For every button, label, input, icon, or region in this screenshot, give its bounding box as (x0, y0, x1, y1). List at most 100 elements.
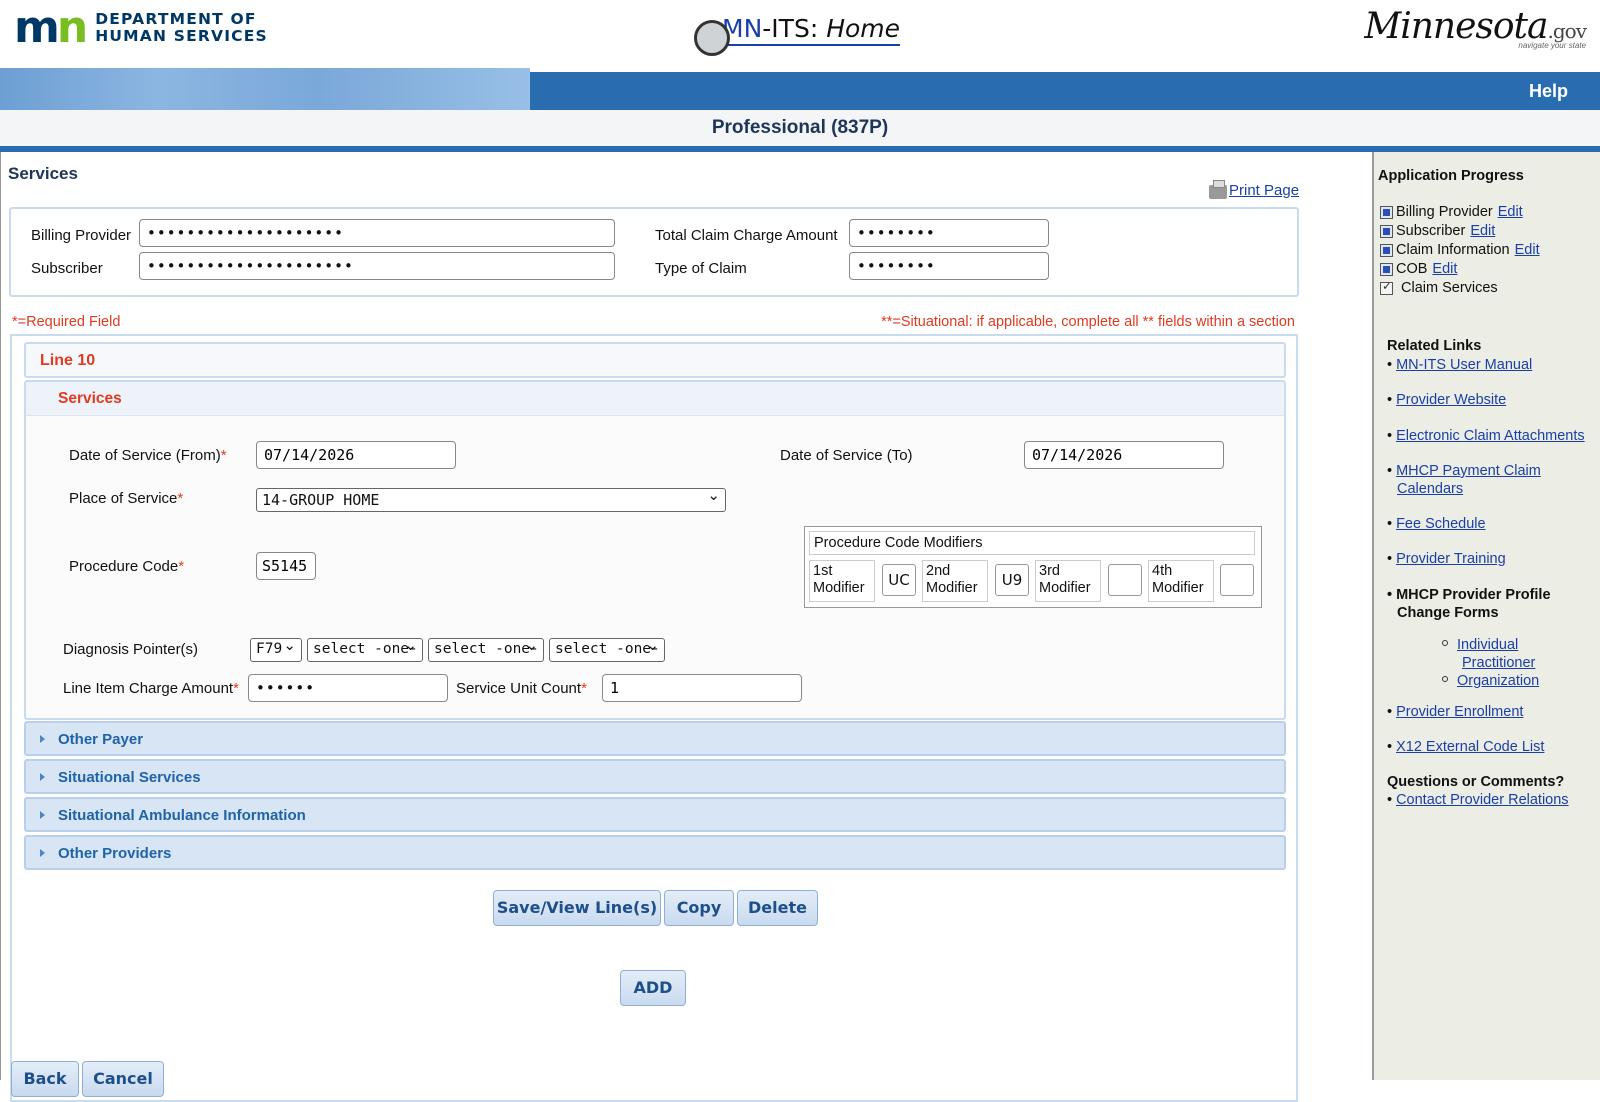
circle-bullet-icon (1442, 640, 1448, 646)
copy-button[interactable]: Copy (664, 890, 734, 926)
accordion-other-payer[interactable]: Other Payer (24, 721, 1286, 756)
billing-provider-label: Billing Provider (31, 227, 132, 244)
edit-cob-link[interactable]: Edit (1432, 261, 1457, 277)
type-of-claim-field: •••••••• (849, 252, 1049, 280)
services-panel: Services Date of Service (From)* Date of… (24, 380, 1286, 720)
link-provider-website: • Provider Website (1387, 392, 1507, 408)
procedure-code-input[interactable] (256, 552, 316, 580)
procedure-code-modifiers: Procedure Code Modifiers 1st Modifier UC … (804, 526, 1262, 608)
accordion-other-providers[interactable]: Other Providers (24, 835, 1286, 870)
department-name: DEPARTMENT OF HUMAN SERVICES (95, 10, 268, 45)
add-button[interactable]: ADD (620, 970, 686, 1006)
link-user-manual: • MN-ITS User Manual (1387, 357, 1533, 373)
modifier-4-input[interactable] (1220, 564, 1254, 596)
diagnosis-pointer-1-select[interactable]: F79 (250, 638, 302, 662)
application-progress-title: Application Progress (1378, 168, 1524, 184)
circle-bullet-icon (1442, 676, 1448, 682)
expand-arrow-icon (40, 811, 45, 819)
mn-logo-mark: mmnn (14, 2, 88, 53)
modifier-3-input[interactable] (1108, 564, 1142, 596)
link-organization: Organization (1442, 672, 1539, 690)
related-links-title: Related Links (1387, 338, 1482, 354)
page-title-bar: Professional (837P) (0, 110, 1600, 146)
edit-subscriber-link[interactable]: Edit (1470, 223, 1495, 239)
minnesota-gov-logo[interactable]: Minnesota.gov navigate your state (1364, 6, 1587, 50)
back-button[interactable]: Back (11, 1061, 79, 1097)
total-charge-label: Total Claim Charge Amount (655, 227, 838, 244)
services-header[interactable]: Services (26, 382, 1284, 416)
link-provider-training: • Provider Training (1387, 551, 1506, 567)
edit-billing-provider-link[interactable]: Edit (1498, 204, 1523, 220)
situational-note: **=Situational: if applicable, complete … (881, 314, 1295, 330)
diagnosis-pointers-label: Diagnosis Pointer(s) (63, 641, 199, 658)
print-page-link[interactable]: Print Page (1229, 182, 1299, 199)
checkbox-icon (1380, 205, 1393, 219)
profile-change-forms-heading: • MHCP Provider Profile Change Forms (1387, 587, 1551, 621)
link-provider-enrollment: • Provider Enrollment (1387, 704, 1524, 720)
accordion-situational-services[interactable]: Situational Services (24, 759, 1286, 794)
link-individual-practitioner: Individual Practitioner (1442, 636, 1562, 672)
diagnosis-pointer-2-select[interactable]: select -one- (307, 638, 423, 662)
modifier-1-label: 1st Modifier (809, 560, 875, 602)
checkbox-icon (1380, 224, 1393, 238)
link-electronic-claim-attachments: • Electronic Claim Attachments (1387, 428, 1585, 444)
checkbox-icon (1380, 262, 1393, 276)
edit-claim-information-link[interactable]: Edit (1515, 242, 1540, 258)
diagnosis-pointer-4-select[interactable]: select -one- (549, 638, 665, 662)
service-unit-count-input[interactable] (602, 674, 802, 702)
checkmark-icon (1380, 279, 1393, 295)
print-page[interactable]: Print Page (1209, 180, 1299, 199)
right-sidebar: Application Progress Billing Provider Edi… (1372, 152, 1600, 1080)
line-header[interactable]: Line 10 (24, 342, 1286, 378)
type-of-claim-label: Type of Claim (655, 260, 747, 277)
redacted-banner (0, 68, 530, 116)
required-field-note: *=Required Field (12, 314, 121, 330)
expand-arrow-icon (40, 735, 45, 743)
mnits-home-link[interactable]: MN-ITS: Home (694, 12, 901, 56)
billing-provider-field: •••••••••••••••••••• (139, 219, 615, 247)
dhs-logo[interactable]: mmnn DEPARTMENT OF HUMAN SERVICES (14, 2, 268, 53)
globe-icon (694, 20, 730, 56)
cancel-button[interactable]: Cancel (82, 1061, 164, 1097)
section-title: Services (8, 164, 78, 183)
link-x12-code-list: • X12 External Code List (1387, 739, 1545, 755)
app-title: MN-ITS: Home (722, 14, 901, 46)
progress-subscriber: Subscriber Edit (1380, 223, 1495, 239)
link-fee-schedule: • Fee Schedule (1387, 516, 1486, 532)
modifier-2-label: 2nd Modifier (922, 560, 988, 602)
main-content: Services Print Page Billing Provider •••… (0, 152, 1372, 1102)
procedure-code-label: Procedure Code* (69, 558, 185, 575)
subscriber-field: ••••••••••••••••••••• (139, 252, 615, 280)
place-of-service-label: Place of Service* (69, 490, 184, 507)
dos-from-input[interactable] (256, 441, 456, 469)
progress-billing-provider: Billing Provider Edit (1380, 204, 1523, 220)
line-item-charge-label: Line Item Charge Amount* (63, 680, 239, 697)
expand-arrow-icon (40, 849, 45, 857)
help-link[interactable]: Help (1529, 81, 1568, 102)
page-title: Professional (837P) (711, 117, 889, 138)
dos-to-input[interactable] (1024, 441, 1224, 469)
accordion-situational-ambulance[interactable]: Situational Ambulance Information (24, 797, 1286, 832)
link-contact-provider-relations: • Contact Provider Relations (1387, 792, 1569, 808)
subscriber-label: Subscriber (31, 260, 103, 277)
modifiers-title: Procedure Code Modifiers (809, 531, 1255, 555)
modifier-1-input[interactable]: UC (882, 564, 916, 596)
link-payment-claim-calendars: • MHCP Payment Claim Calendars (1387, 463, 1541, 497)
progress-claim-information: Claim Information Edit (1380, 242, 1540, 258)
place-of-service-select[interactable]: 14-GROUP HOME (256, 488, 726, 512)
progress-cob: COB Edit (1380, 261, 1457, 277)
claim-summary: Billing Provider •••••••••••••••••••• Su… (9, 207, 1299, 297)
service-unit-count-label: Service Unit Count* (456, 680, 587, 697)
modifier-4-label: 4th Modifier (1148, 560, 1214, 602)
save-view-lines-button[interactable]: Save/View Line(s) (493, 890, 661, 926)
diagnosis-pointer-3-select[interactable]: select -one- (428, 638, 544, 662)
progress-claim-services: Claim Services (1380, 279, 1498, 296)
expand-arrow-icon (40, 773, 45, 781)
modifier-3-label: 3rd Modifier (1035, 560, 1101, 602)
delete-button[interactable]: Delete (737, 890, 818, 926)
dos-to-label: Date of Service (To) (780, 447, 913, 464)
dos-from-label: Date of Service (From)* (69, 447, 227, 464)
line-item-charge-input[interactable]: •••••• (248, 674, 448, 702)
modifier-2-input[interactable]: U9 (995, 564, 1029, 596)
printer-icon (1209, 180, 1227, 199)
